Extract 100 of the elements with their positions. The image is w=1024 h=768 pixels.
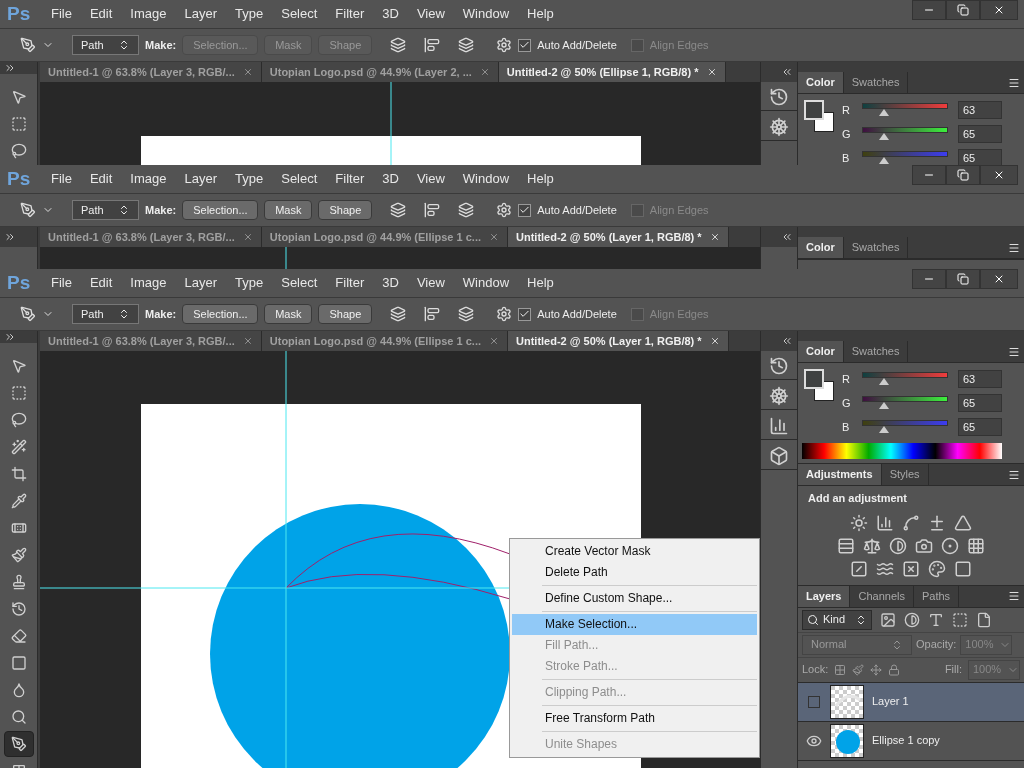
restore-button[interactable]: [946, 269, 980, 289]
panel-tab[interactable]: Color: [798, 341, 844, 362]
context-menu-item[interactable]: Create Vector Mask: [512, 541, 757, 562]
menu-item[interactable]: Layer: [175, 4, 227, 24]
menu-item[interactable]: Filter: [326, 4, 374, 24]
make-option-button[interactable]: Mask: [264, 200, 313, 220]
restore-button[interactable]: [946, 165, 980, 185]
expand-icon[interactable]: [4, 62, 16, 74]
close-icon[interactable]: [242, 67, 253, 77]
menu-item[interactable]: Help: [518, 169, 563, 189]
minimize-button[interactable]: [912, 165, 946, 185]
menu-item[interactable]: File: [42, 169, 81, 189]
close-button[interactable]: [980, 269, 1018, 289]
channel-slider[interactable]: [862, 103, 948, 117]
menu-item[interactable]: View: [407, 4, 454, 24]
path-arrangement-icon[interactable]: [458, 306, 475, 322]
make-option-button[interactable]: Mask: [264, 304, 313, 324]
context-menu-item[interactable]: Make Selection...: [512, 614, 757, 635]
slider-thumb[interactable]: [878, 426, 889, 433]
panel-tab[interactable]: Adjustments: [798, 464, 882, 485]
menu-item[interactable]: Type: [226, 4, 273, 24]
close-icon[interactable]: [709, 232, 720, 242]
panel-menu-icon[interactable]: [1008, 241, 1020, 254]
collapse-icon[interactable]: [781, 335, 793, 347]
channel-slider[interactable]: [862, 420, 948, 434]
menu-item[interactable]: Help: [518, 273, 563, 293]
panel-tab[interactable]: Swatches: [843, 341, 909, 362]
close-icon[interactable]: [242, 232, 253, 242]
scale-icon[interactable]: [863, 536, 881, 555]
context-menu-item[interactable]: Delete Path: [512, 562, 757, 583]
auto-add-checkbox[interactable]: [518, 307, 532, 321]
menu-item[interactable]: Image: [121, 169, 176, 189]
tool-button[interactable]: [3, 731, 34, 757]
menu-item[interactable]: Select: [272, 4, 327, 24]
image-filter-icon[interactable]: [880, 611, 896, 628]
exposure-icon[interactable]: [928, 513, 946, 532]
menu-item[interactable]: 3D: [373, 273, 408, 293]
close-icon[interactable]: [489, 336, 499, 346]
type-filter-icon[interactable]: [928, 611, 944, 628]
threshold-icon[interactable]: [902, 559, 920, 578]
menu-item[interactable]: File: [42, 273, 81, 293]
auto-add-checkbox[interactable]: [518, 203, 532, 217]
panel-menu-icon[interactable]: [1008, 76, 1020, 89]
menu-item[interactable]: View: [407, 273, 454, 293]
color-spectrum[interactable]: [802, 443, 1002, 459]
lock-transparency-icon[interactable]: [834, 663, 847, 676]
path-alignment-icon[interactable]: [424, 202, 441, 218]
path-alignment-icon[interactable]: [424, 306, 441, 322]
panel-tab[interactable]: Layers: [798, 585, 851, 607]
sun-icon[interactable]: [850, 513, 868, 532]
adjustment-filter-icon[interactable]: [904, 611, 920, 628]
settings-icon[interactable]: [496, 306, 513, 322]
curves-icon[interactable]: [902, 513, 920, 532]
menu-item[interactable]: Window: [453, 273, 519, 293]
document-tab[interactable]: Utopian Logo.psd @ 44.9% (Ellipse 1 c...: [261, 227, 508, 247]
channel-value-field[interactable]: 63: [958, 370, 1002, 388]
close-icon[interactable]: [242, 336, 253, 346]
document-tab[interactable]: Untitled-1 @ 63.8% (Layer 3, RGB/...: [40, 227, 262, 247]
triangle-icon[interactable]: [954, 513, 972, 532]
menu-item[interactable]: Image: [121, 4, 176, 24]
expand-icon[interactable]: [4, 331, 16, 343]
menu-item[interactable]: Type: [226, 169, 273, 189]
path-operations-icon[interactable]: [390, 202, 407, 218]
mode-dropdown[interactable]: Path: [72, 200, 139, 220]
menu-item[interactable]: 3D: [373, 4, 408, 24]
panel-menu-icon[interactable]: [1008, 590, 1020, 602]
channel-value-field[interactable]: 65: [958, 394, 1002, 412]
color-swatches[interactable]: [804, 369, 834, 401]
palette-icon[interactable]: [928, 559, 946, 578]
expand-icon[interactable]: [4, 231, 16, 243]
menu-item[interactable]: Filter: [326, 169, 374, 189]
invert-icon[interactable]: [850, 559, 868, 578]
menu-item[interactable]: Edit: [80, 169, 122, 189]
menu-item[interactable]: Layer: [175, 273, 227, 293]
path-operations-icon[interactable]: [390, 37, 407, 53]
menu-item[interactable]: File: [42, 4, 81, 24]
menu-item[interactable]: Type: [226, 273, 273, 293]
panel-tab[interactable]: Swatches: [843, 72, 909, 93]
pen-tool-icon[interactable]: [20, 37, 36, 53]
document-tab[interactable]: Untitled-2 @ 50% (Layer 1, RGB/8) *: [508, 331, 729, 351]
channel-value-field[interactable]: 65: [958, 149, 1002, 165]
panel-tab[interactable]: Styles: [881, 464, 929, 485]
minimize-button[interactable]: [912, 269, 946, 289]
panel-tab[interactable]: Paths: [913, 585, 960, 607]
shape-filter-icon[interactable]: [952, 611, 968, 628]
menu-item[interactable]: View: [407, 169, 454, 189]
lock-position-icon[interactable]: [870, 663, 883, 676]
path-operations-icon[interactable]: [390, 306, 407, 322]
menu-item[interactable]: Select: [272, 169, 327, 189]
settings-icon[interactable]: [496, 37, 513, 53]
grid-icon[interactable]: [967, 536, 985, 555]
path-alignment-icon[interactable]: [424, 37, 441, 53]
channel-slider[interactable]: [862, 396, 948, 410]
menu-item[interactable]: Layer: [175, 169, 227, 189]
close-icon[interactable]: [706, 67, 717, 77]
channel-value-field[interactable]: 63: [958, 101, 1002, 119]
context-menu-item[interactable]: Define Custom Shape...: [512, 588, 757, 609]
menu-item[interactable]: 3D: [373, 169, 408, 189]
path-arrangement-icon[interactable]: [458, 37, 475, 53]
path-arrangement-icon[interactable]: [458, 202, 475, 218]
